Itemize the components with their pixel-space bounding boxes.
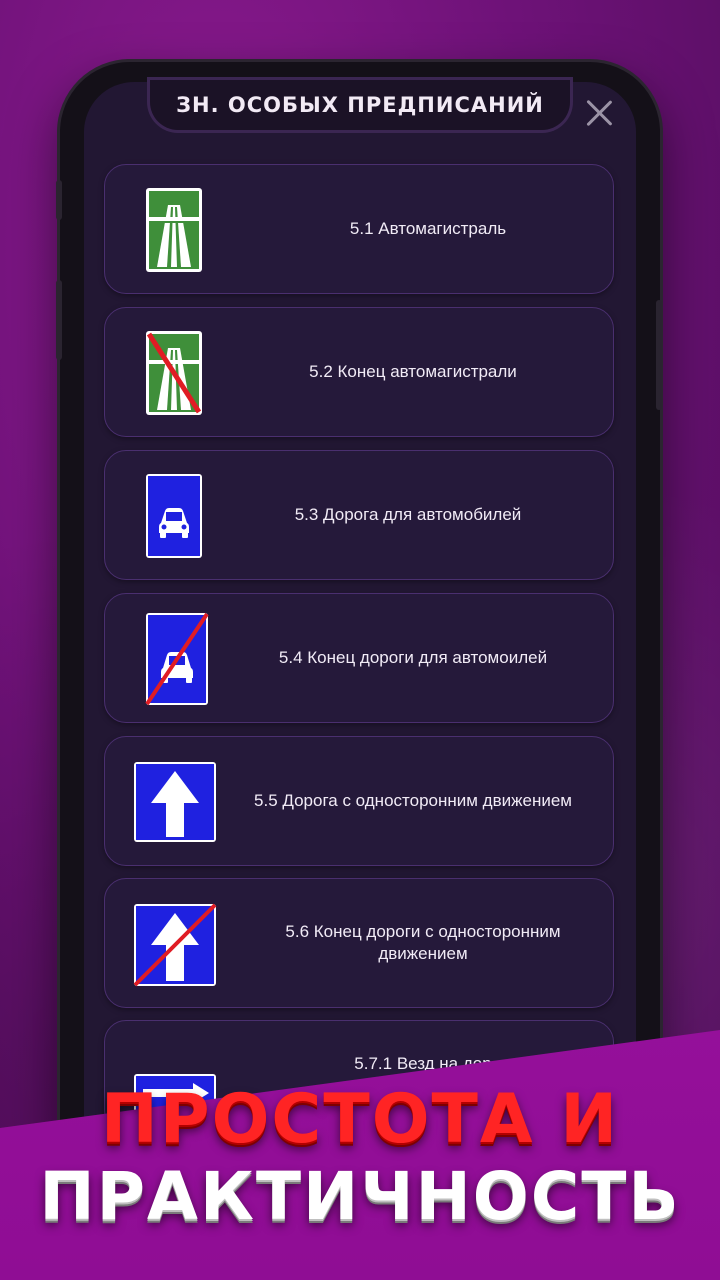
phone-side-button: [56, 180, 62, 220]
list-item-label: 5.2 Конец автомагистрали: [309, 362, 517, 381]
page-title: ЗН. ОСОБЫХ ПРЕДПИСАНИЙ: [176, 93, 544, 117]
list-item-sign-5-3[interactable]: 5.3 Дорога для автомобилей: [104, 450, 614, 580]
list-item-label: 5.5 Дорога с односторонним движением: [254, 791, 572, 810]
phone-side-button: [56, 280, 62, 360]
phone-side-button: [656, 300, 662, 410]
list-item-label: 5.3 Дорога для автомобилей: [294, 505, 522, 524]
end-of-one-way-road-sign-icon: [133, 903, 217, 987]
list-item-sign-5-1[interactable]: 5.1 Автомагистраль: [104, 164, 614, 294]
header-plate: ЗН. ОСОБЫХ ПРЕДПИСАНИЙ: [150, 80, 570, 130]
end-of-road-for-cars-sign-icon: [145, 612, 209, 706]
close-button[interactable]: [584, 98, 614, 128]
list-item-label: 5.4 Конец дороги для автомоилей: [278, 648, 548, 667]
list-item-sign-5-4[interactable]: 5.4 Конец дороги для автомоилей: [104, 593, 614, 723]
list-item-sign-5-6[interactable]: 5.6 Конец дороги с односторонним движени…: [104, 878, 614, 1008]
list-item-sign-5-5[interactable]: 5.5 Дорога с односторонним движением: [104, 736, 614, 866]
list-item-label: 5.6 Конец дороги с односторонним движени…: [285, 922, 561, 963]
one-way-road-sign-icon: [134, 762, 216, 842]
promo-headline-line1: ПРОСТОТА И: [100, 1080, 620, 1159]
list-item-sign-5-2[interactable]: 5.2 Конец автомагистрали: [104, 307, 614, 437]
end-of-motorway-sign-icon: [146, 331, 202, 415]
motorway-sign-icon: [146, 188, 202, 272]
promo-headline-line2: ПРАКТИЧНОСТЬ: [39, 1158, 681, 1235]
road-for-cars-sign-icon: [146, 474, 202, 558]
list-item-label: 5.1 Автомагистраль: [349, 219, 507, 238]
